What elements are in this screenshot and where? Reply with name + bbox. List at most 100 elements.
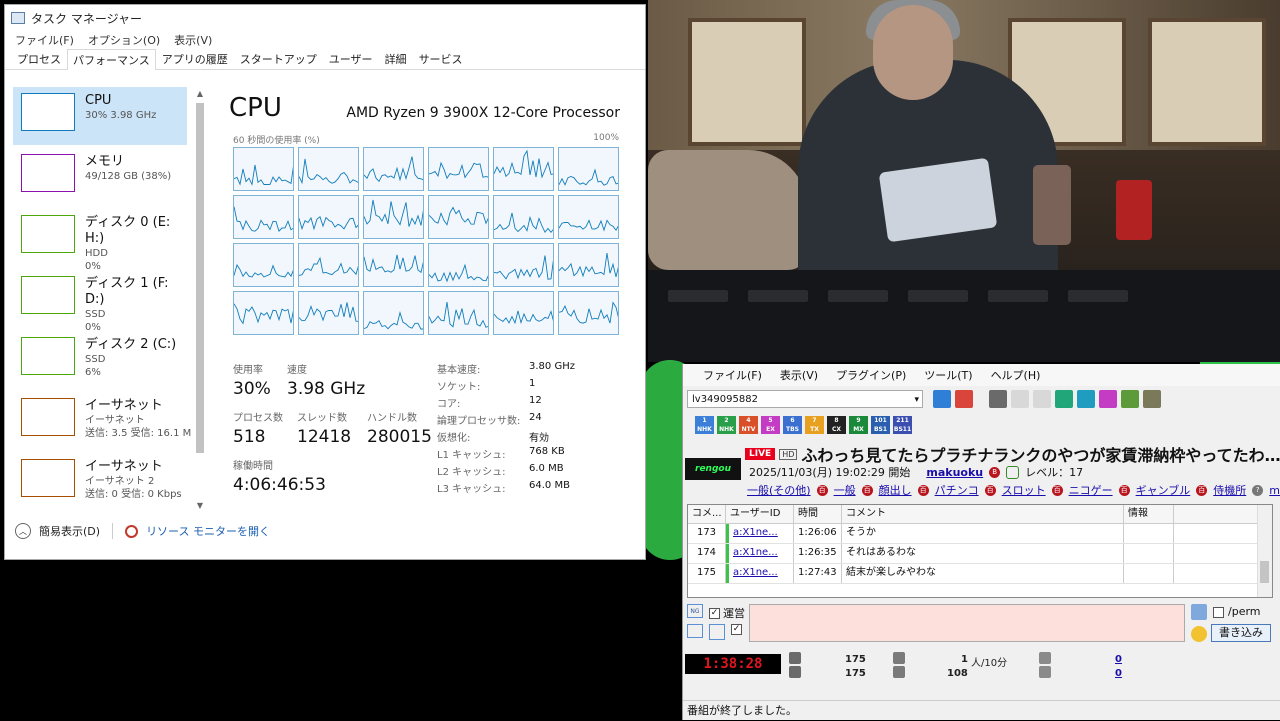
simple-view-link[interactable]: 簡易表示(D) xyxy=(39,523,100,539)
184-checkbox[interactable]: ✓ xyxy=(731,624,742,635)
command-icon[interactable] xyxy=(1191,604,1207,620)
perm-checkbox[interactable] xyxy=(1213,607,1224,618)
comment-number: 173 xyxy=(688,524,726,543)
emoji-icon[interactable] xyxy=(1191,626,1207,642)
tag-link[interactable]: スロット xyxy=(1002,482,1046,498)
comment-scrollbar[interactable] xyxy=(1257,505,1272,597)
channel-button[interactable]: 7 TX xyxy=(805,416,824,434)
help-icon[interactable]: ? xyxy=(1252,484,1264,496)
comment-input[interactable] xyxy=(749,604,1185,642)
column-time[interactable]: 時間 xyxy=(794,505,842,523)
channel-button[interactable]: 5 EX xyxy=(761,416,780,434)
list-icon[interactable] xyxy=(709,624,725,640)
resource-monitor-link[interactable]: リソース モニターを開く xyxy=(146,523,270,539)
tag-link[interactable]: パチンコ xyxy=(935,482,979,498)
comment-number: 175 xyxy=(688,564,726,583)
column-info[interactable]: 情報 xyxy=(1124,505,1174,523)
encyclopedia-icon[interactable]: 百 xyxy=(917,484,929,496)
tab-processes[interactable]: プロセス xyxy=(11,48,67,69)
info-icon[interactable] xyxy=(1055,390,1073,408)
viewer-menu-file[interactable]: ファイル(F) xyxy=(703,367,762,383)
encyclopedia-icon[interactable]: 百 xyxy=(816,484,828,496)
disabled-icon[interactable] xyxy=(1033,390,1051,408)
menu-view[interactable]: 表示(V) xyxy=(174,32,212,48)
column-user-id[interactable]: ユーザーID xyxy=(726,505,794,523)
resource-item[interactable]: ディスク 0 (E: H:) HDD 0% xyxy=(13,209,187,272)
gift-points-link[interactable]: 0 xyxy=(1115,668,1122,679)
gear-icon[interactable] xyxy=(1143,390,1161,408)
scroll-thumb[interactable] xyxy=(196,103,204,453)
tab-details[interactable]: 詳細 xyxy=(379,48,413,69)
viewer-menu-tools[interactable]: ツール(T) xyxy=(924,367,972,383)
tag-link[interactable]: 一般(その他) xyxy=(747,482,811,498)
tag-link[interactable]: 顔出し xyxy=(879,482,912,498)
encyclopedia-icon[interactable]: 百 xyxy=(1051,484,1063,496)
channel-button[interactable]: 2 NHK xyxy=(717,416,736,434)
channel-button[interactable]: 211 BS11 xyxy=(893,416,912,434)
write-button[interactable]: 書き込み xyxy=(1211,624,1271,642)
channel-button[interactable]: 4 NTV xyxy=(739,416,758,434)
tab-startup[interactable]: スタートアップ xyxy=(234,48,323,69)
chevron-up-icon[interactable]: ︿ xyxy=(15,523,31,539)
channel-button[interactable]: 1 NHK xyxy=(695,416,714,434)
channel-button[interactable]: 9 MX xyxy=(849,416,868,434)
tag-link[interactable]: 一般 xyxy=(834,482,856,498)
speech-off-icon[interactable] xyxy=(1121,390,1139,408)
connect-icon[interactable] xyxy=(933,390,951,408)
viewer-menu-plugin[interactable]: プラグイン(P) xyxy=(836,367,906,383)
scroll-down-icon[interactable]: ▼ xyxy=(195,501,205,513)
comment-user-id[interactable]: a:X1ne... xyxy=(726,524,794,543)
tab-app-history[interactable]: アプリの履歴 xyxy=(156,48,234,69)
comment-user-id[interactable]: a:X1ne... xyxy=(726,564,794,583)
menu-options[interactable]: オプション(O) xyxy=(88,32,160,48)
tag-link[interactable]: ma xyxy=(1269,484,1280,497)
history-icon[interactable] xyxy=(989,390,1007,408)
comment-user-id[interactable]: a:X1ne... xyxy=(726,544,794,563)
live-id-combo[interactable]: lv349095882 xyxy=(687,390,923,409)
tab-users[interactable]: ユーザー xyxy=(323,48,379,69)
resource-item[interactable]: ディスク 2 (C:) SSD 6% xyxy=(13,331,187,389)
column-number[interactable]: コメ... xyxy=(688,505,726,523)
anon-checkbox[interactable]: ✓ xyxy=(709,607,720,619)
disconnect-icon[interactable] xyxy=(955,390,973,408)
resource-item[interactable]: イーサネット イーサネット 2 送信: 0 受信: 0 Kbps xyxy=(13,453,187,511)
comment-row[interactable]: 174 a:X1ne... 1:26:35 それはあるわな xyxy=(688,544,1272,564)
scroll-thumb[interactable] xyxy=(1260,561,1269,583)
tag-link[interactable]: ギャンブル xyxy=(1136,482,1191,498)
ad-points-link[interactable]: 0 xyxy=(1115,654,1122,665)
menu-file[interactable]: ファイル(F) xyxy=(15,32,74,48)
resource-scrollbar[interactable]: ▲ ▼ xyxy=(195,89,205,513)
resource-item[interactable]: イーサネット イーサネット 送信: 3.5 受信: 16.1 M xyxy=(13,392,191,450)
tab-performance[interactable]: パフォーマンス xyxy=(67,49,156,70)
mc-button[interactable] xyxy=(687,624,703,638)
users-icon[interactable] xyxy=(1077,390,1095,408)
encyclopedia-icon[interactable]: 百 xyxy=(1196,484,1208,496)
encyclopedia-icon[interactable]: 百 xyxy=(1118,484,1130,496)
comment-row[interactable]: 173 a:X1ne... 1:26:06 そうか xyxy=(688,524,1272,544)
spec-key: L1 キャッシュ: xyxy=(437,450,506,461)
viewer-menu-help[interactable]: ヘルプ(H) xyxy=(991,367,1041,383)
search-icon[interactable] xyxy=(1099,390,1117,408)
column-comment[interactable]: コメント xyxy=(842,505,1124,523)
column-extra[interactable] xyxy=(1174,505,1246,523)
usage-line xyxy=(364,311,423,330)
tag-link[interactable]: ニコゲー xyxy=(1069,482,1113,498)
encyclopedia-icon[interactable]: 百 xyxy=(861,484,873,496)
channel-button[interactable]: 8 CX xyxy=(827,416,846,434)
ng-button[interactable]: NG xyxy=(687,604,703,618)
viewer-menu-view[interactable]: 表示(V) xyxy=(780,367,818,383)
comment-row[interactable]: 175 a:X1ne... 1:27:43 結末が楽しみやわな xyxy=(688,564,1272,584)
resource-item[interactable]: メモリ 49/128 GB (38%) xyxy=(13,148,187,206)
tab-services[interactable]: サービス xyxy=(413,48,469,69)
title-bar[interactable]: タスク マネージャー xyxy=(5,5,645,31)
channel-button[interactable]: 6 TBS xyxy=(783,416,802,434)
tag-link[interactable]: 侍機所 xyxy=(1213,482,1246,498)
channel-button[interactable]: 101 BS1 xyxy=(871,416,890,434)
broadcaster-link[interactable]: makuoku xyxy=(926,466,983,479)
encyclopedia-icon[interactable]: 百 xyxy=(984,484,996,496)
scroll-up-icon[interactable]: ▲ xyxy=(195,89,205,101)
resource-item[interactable]: ディスク 1 (F: D:) SSD 0% xyxy=(13,270,187,333)
resource-item[interactable]: CPU 30% 3.98 GHz xyxy=(13,87,187,145)
anon-toggle[interactable]: ✓ 運営 xyxy=(709,605,745,621)
disabled-icon[interactable] xyxy=(1011,390,1029,408)
